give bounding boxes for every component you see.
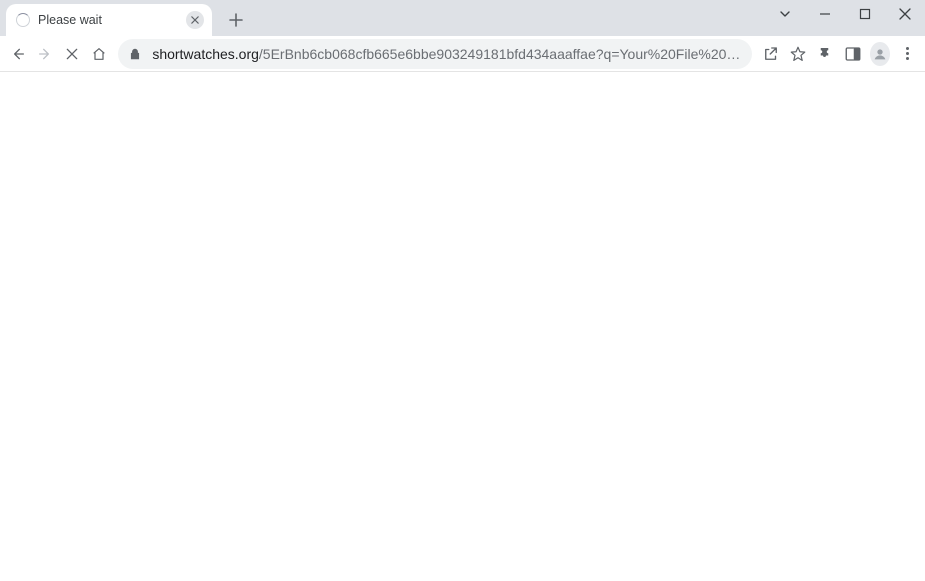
forward-button[interactable] [33,40,56,68]
close-icon [899,8,911,20]
extensions-button[interactable] [814,40,837,68]
minimize-icon [819,8,831,20]
vertical-dots-icon [906,47,909,60]
url-path: /5ErBnb6cb068cfb665e6bbe903249181bfd434a… [259,46,742,62]
back-button[interactable] [6,40,29,68]
tab-strip: Please wait [0,0,925,36]
window-close-button[interactable] [891,2,919,26]
puzzle-icon [817,45,835,63]
person-icon [872,46,888,62]
chevron-down-icon [779,8,791,20]
bookmark-button[interactable] [787,40,810,68]
lock-icon [128,47,142,61]
menu-button[interactable] [896,40,919,68]
stop-reload-button[interactable] [60,40,83,68]
plus-icon [229,13,243,27]
window-minimize-button[interactable] [811,2,839,26]
tab-close-button[interactable] [186,11,204,29]
window-controls [771,2,919,26]
browser-tab[interactable]: Please wait [6,4,212,36]
side-panel-button[interactable] [841,40,864,68]
profile-button[interactable] [870,42,890,66]
tabs-dropdown-button[interactable] [771,2,799,26]
share-icon [762,45,780,63]
address-bar[interactable]: shortwatches.org/5ErBnb6cb068cfb665e6bbe… [118,39,752,69]
side-panel-icon [844,45,862,63]
page-content [0,72,925,581]
home-icon [91,46,107,62]
star-icon [789,45,807,63]
close-icon [191,16,199,24]
new-tab-button[interactable] [222,6,250,34]
share-button[interactable] [760,40,783,68]
browser-toolbar: shortwatches.org/5ErBnb6cb068cfb665e6bbe… [0,36,925,72]
tab-title: Please wait [38,13,186,27]
stop-icon [64,46,80,62]
window-maximize-button[interactable] [851,2,879,26]
arrow-left-icon [10,46,26,62]
maximize-icon [859,8,871,20]
url-domain: shortwatches.org [152,46,259,62]
arrow-right-icon [37,46,53,62]
loading-spinner-icon [16,13,30,27]
home-button[interactable] [87,40,110,68]
